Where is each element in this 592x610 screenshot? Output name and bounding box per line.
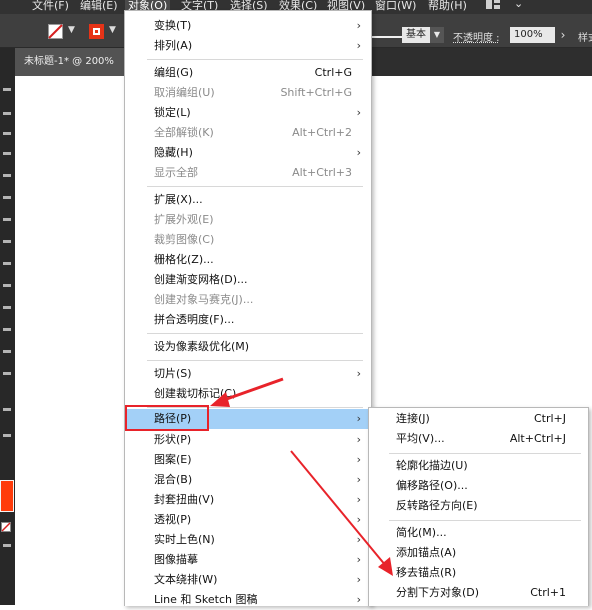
style-label[interactable]: 样式 — [578, 29, 592, 44]
menu-item-expand[interactable]: 扩展(X)... — [125, 190, 371, 210]
menu-item-envelope-distort[interactable]: 封套扭曲(V) › — [125, 490, 371, 510]
selection-tool-icon[interactable] — [3, 88, 11, 91]
menu-item-trim-marks[interactable]: 创建裁切标记(C) — [125, 384, 371, 404]
eraser-tool-icon[interactable] — [3, 328, 11, 331]
line-tool-icon[interactable] — [3, 240, 11, 243]
menu-item-arrange[interactable]: 排列(A) › — [125, 36, 371, 56]
type-tool-icon[interactable] — [3, 218, 11, 221]
menu-item-outline-stroke[interactable]: 轮廓化描边(U) — [369, 456, 588, 476]
width-tool-icon[interactable] — [3, 408, 11, 411]
submenu-arrow-icon: › — [356, 513, 361, 526]
pen-tool-icon[interactable] — [3, 174, 11, 177]
submenu-arrow-icon: › — [356, 493, 361, 506]
menu-item-show-all[interactable]: 显示全部 Alt+Ctrl+3 — [125, 163, 371, 183]
magic-wand-tool-icon[interactable] — [3, 132, 11, 135]
menu-item-divide-objects-below[interactable]: 分割下方对象(D) Ctrl+1 — [369, 583, 588, 603]
hand-tool-icon[interactable] — [3, 434, 11, 437]
direct-selection-tool-icon[interactable] — [3, 112, 11, 115]
submenu-arrow-icon: › — [356, 593, 361, 606]
workspace-grid-icon[interactable] — [486, 0, 500, 9]
menu-item-line-sketch-art[interactable]: Line 和 Sketch 图稿 › — [125, 590, 371, 610]
menu-item-join[interactable]: 连接(J) Ctrl+J — [369, 409, 588, 429]
menu-item-expand-appearance[interactable]: 扩展外观(E) — [125, 210, 371, 230]
submenu-arrow-icon: › — [356, 412, 361, 425]
menu-separator — [147, 360, 363, 361]
rectangle-tool-icon[interactable] — [3, 262, 11, 265]
fill-none-swatch-icon[interactable] — [48, 24, 63, 39]
menu-item-live-paint[interactable]: 实时上色(N) › — [125, 530, 371, 550]
menu-item-pixel-perfect[interactable]: 设为像素级优化(M) — [125, 337, 371, 357]
menu-item-simplify[interactable]: 简化(M)... — [369, 523, 588, 543]
menu-item-offset-path[interactable]: 偏移路径(O)... — [369, 476, 588, 496]
document-tab[interactable]: 未标题-1* @ 200% — [15, 48, 132, 76]
opacity-arrow-icon[interactable]: › — [556, 27, 570, 43]
menu-item-ungroup[interactable]: 取消编组(U) Shift+Ctrl+G — [125, 83, 371, 103]
rotate-tool-icon[interactable] — [3, 350, 11, 353]
opacity-input[interactable]: 100% — [510, 27, 555, 43]
stroke-swatch-icon[interactable] — [89, 24, 104, 39]
menu-item-average[interactable]: 平均(V)... Alt+Ctrl+J — [369, 429, 588, 449]
opacity-label[interactable]: 不透明度 : — [453, 29, 500, 44]
menu-help[interactable]: 帮助(H) — [428, 0, 467, 14]
fill-color-swatch[interactable] — [0, 480, 14, 512]
workspace-chevron-icon[interactable]: ⌄ — [514, 0, 523, 12]
stroke-none-icon[interactable] — [1, 522, 11, 532]
path-submenu: 连接(J) Ctrl+J 平均(V)... Alt+Ctrl+J 轮廓化描边(U) … — [368, 407, 589, 606]
menu-item-reverse-path[interactable]: 反转路径方向(E) — [369, 496, 588, 516]
menu-item-shape[interactable]: 形状(P) › — [125, 430, 371, 450]
fill-chevron-icon[interactable]: ▼ — [68, 25, 75, 35]
menu-item-transform[interactable]: 变换(T) › — [125, 16, 371, 36]
stroke-chevron-icon[interactable]: ▼ — [109, 25, 116, 35]
menu-window[interactable]: 窗口(W) — [375, 0, 416, 14]
paintbrush-tool-icon[interactable] — [3, 284, 11, 287]
menu-separator — [147, 186, 363, 187]
menu-separator — [389, 453, 581, 454]
submenu-arrow-icon: › — [356, 433, 361, 446]
menu-item-slice[interactable]: 切片(S) › — [125, 364, 371, 384]
submenu-arrow-icon: › — [356, 367, 361, 380]
menu-item-image-trace[interactable]: 图像描摹 › — [125, 550, 371, 570]
submenu-arrow-icon: › — [356, 106, 361, 119]
scale-tool-icon[interactable] — [3, 372, 11, 375]
stroke-preview — [372, 36, 402, 38]
menu-separator — [389, 520, 581, 521]
menu-item-remove-anchor-points[interactable]: 移去锚点(R) — [369, 563, 588, 583]
menu-item-text-wrap[interactable]: 文本绕排(W) › — [125, 570, 371, 590]
submenu-arrow-icon: › — [356, 473, 361, 486]
menu-item-unlock-all[interactable]: 全部解锁(K) Alt+Ctrl+2 — [125, 123, 371, 143]
pencil-tool-icon[interactable] — [3, 306, 11, 309]
submenu-arrow-icon: › — [356, 39, 361, 52]
menu-item-lock[interactable]: 锁定(L) › — [125, 103, 371, 123]
submenu-arrow-icon: › — [356, 146, 361, 159]
tools-panel — [0, 48, 15, 605]
lasso-tool-icon[interactable] — [3, 152, 11, 155]
menu-item-group[interactable]: 编组(G) Ctrl+G — [125, 63, 371, 83]
curvature-tool-icon[interactable] — [3, 196, 11, 199]
menu-file[interactable]: 文件(F) — [32, 0, 69, 14]
menu-item-flatten-transparency[interactable]: 拼合透明度(F)... — [125, 310, 371, 330]
menu-item-pattern[interactable]: 图案(E) › — [125, 450, 371, 470]
menu-separator — [147, 333, 363, 334]
stroke-profile-dropdown[interactable]: 基本 — [402, 27, 430, 43]
annotation-highlight-box — [125, 405, 209, 431]
menu-item-add-anchor-points[interactable]: 添加锚点(A) — [369, 543, 588, 563]
submenu-arrow-icon: › — [356, 533, 361, 546]
draw-mode-icon[interactable] — [3, 544, 11, 547]
submenu-arrow-icon: › — [356, 573, 361, 586]
menu-item-hide[interactable]: 隐藏(H) › — [125, 143, 371, 163]
submenu-arrow-icon: › — [356, 453, 361, 466]
menu-separator — [147, 59, 363, 60]
menu-item-rasterize[interactable]: 栅格化(Z)... — [125, 250, 371, 270]
object-menu: 变换(T) › 排列(A) › 编组(G) Ctrl+G 取消编组(U) Shift+C… — [124, 10, 372, 606]
menu-item-gradient-mesh[interactable]: 创建渐变网格(D)... — [125, 270, 371, 290]
submenu-arrow-icon: › — [356, 19, 361, 32]
menu-edit[interactable]: 编辑(E) — [80, 0, 118, 14]
menu-item-crop-image[interactable]: 裁剪图像(C) — [125, 230, 371, 250]
menu-item-object-mosaic[interactable]: 创建对象马赛克(J)... — [125, 290, 371, 310]
submenu-arrow-icon: › — [356, 553, 361, 566]
menu-item-blend[interactable]: 混合(B) › — [125, 470, 371, 490]
stroke-profile-arrow-icon[interactable]: ▼ — [430, 27, 444, 43]
menu-item-perspective[interactable]: 透视(P) › — [125, 510, 371, 530]
